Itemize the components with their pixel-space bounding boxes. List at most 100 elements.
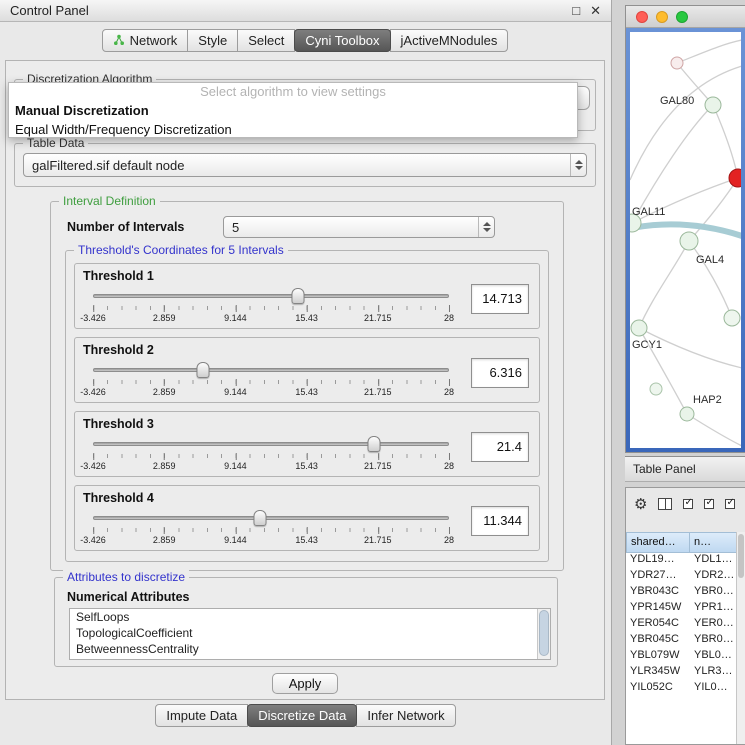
threshold-label: Threshold 2 [83,343,154,357]
group-title: Interval Definition [59,194,160,208]
tab-infer-network[interactable]: Infer Network [356,704,455,727]
threshold-3-panel: Threshold 3 -3.426 2.859 9.144 15.43 21.… [74,411,540,477]
network-selection-frame: GAL80 GAL11 GAL4 GCY1 HAP2 [626,28,745,452]
list-item[interactable]: BetweennessCentrality [70,641,550,657]
network-node-hap2[interactable] [680,407,694,421]
combobox-value: galFiltered.sif default node [24,158,570,173]
threshold-4-panel: Threshold 4 -3.426 2.859 9.144 15.43 21.… [74,485,540,551]
threshold-label: Threshold 1 [83,269,154,283]
threshold-4-value-field[interactable]: 11.344 [471,506,529,536]
number-of-intervals-label: Number of Intervals [67,220,184,234]
table-scrollbar[interactable] [736,532,745,744]
close-traffic-light-icon[interactable] [636,11,648,23]
threshold-label: Threshold 3 [83,417,154,431]
bottom-tab-bar: Impute Data Discretize Data Infer Networ… [0,704,612,727]
table-data-group: Table Data galFiltered.sif default node [14,143,596,187]
float-window-icon[interactable]: □ [572,3,580,19]
number-of-intervals-combobox[interactable]: 5 [223,216,495,238]
slider-thumb[interactable] [254,510,267,526]
network-node-gal4[interactable] [680,232,698,250]
combobox-spinner-icon [478,217,494,237]
table-row[interactable]: YLR345WYLR3… [626,665,745,681]
tab-style[interactable]: Style [187,29,238,52]
table-data-combobox[interactable]: galFiltered.sif default node [23,153,587,177]
list-item[interactable]: TopologicalCoefficient [70,625,550,641]
dropdown-option-equal-width[interactable]: Equal Width/Frequency Discretization [9,120,577,139]
tab-label: Style [198,33,227,48]
network-window-titlebar [626,6,745,28]
column-header-shared-name[interactable]: shared… [626,532,690,553]
minimize-traffic-light-icon[interactable] [656,11,668,23]
network-view-window: GAL80 GAL11 GAL4 GCY1 HAP2 [625,5,745,453]
table-row[interactable]: YBL079WYBL0… [626,649,745,665]
network-node-gcy1[interactable] [631,320,647,336]
zoom-traffic-light-icon[interactable] [676,11,688,23]
threshold-2-value-field[interactable]: 6.316 [471,358,529,388]
tab-label: Select [248,33,284,48]
slider-track [93,442,449,446]
table-row[interactable]: YPR145WYPR1… [626,601,745,617]
node-label: GAL80 [660,95,694,107]
network-graph: GAL80 GAL11 GAL4 GCY1 HAP2 [630,32,741,448]
tab-jactivemnodules[interactable]: jActiveMNodules [390,29,509,52]
select-function-checkbox-icon[interactable] [725,499,735,509]
gear-icon[interactable]: ⚙ [634,497,647,512]
tab-label: Cyni Toolbox [305,33,379,48]
list-scrollbar[interactable] [537,609,550,659]
tab-label: Impute Data [166,708,237,723]
list-item[interactable]: SelfLoops [70,609,550,625]
columns-icon[interactable] [658,498,672,510]
tab-cyni-toolbox[interactable]: Cyni Toolbox [294,29,390,52]
slider-track [93,294,449,298]
node-label: GAL4 [696,254,724,266]
table-row[interactable]: YER054CYER0… [626,617,745,633]
network-node-gal80[interactable] [705,97,721,113]
threshold-1-slider[interactable] [93,288,449,304]
table-row[interactable]: YBR045CYBR0… [626,633,745,649]
table-row[interactable]: YIL052CYIL0… [626,681,745,697]
slider-track [93,368,449,372]
threshold-label: Threshold 4 [83,491,154,505]
control-panel-titlebar: Control Panel □ ✕ [0,0,611,22]
top-tab-bar: Network Style Select Cyni Toolbox jActiv… [0,22,611,58]
slider-thumb[interactable] [292,288,305,304]
select-all-checkbox-icon[interactable] [683,499,693,509]
table-row[interactable]: YBR043CYBR0… [626,585,745,601]
slider-thumb[interactable] [368,436,381,452]
table-panel-header: Table Panel [625,456,745,482]
tab-network[interactable]: Network [102,29,189,52]
close-icon[interactable]: ✕ [590,3,601,19]
network-canvas[interactable]: GAL80 GAL11 GAL4 GCY1 HAP2 [630,32,741,448]
slider-tick-labels: -3.426 2.859 9.144 15.43 21.715 28 [93,532,449,546]
node-label: GAL11 [632,206,665,218]
network-node[interactable] [671,57,683,69]
tab-label: Network [130,33,178,48]
threshold-3-value-field[interactable]: 21.4 [471,432,529,462]
apply-button[interactable]: Apply [272,673,338,694]
numerical-attributes-list: SelfLoops TopologicalCoefficient Between… [69,608,551,660]
network-icon [113,34,125,46]
slider-thumb[interactable] [197,362,210,378]
slider-tick-labels: -3.426 2.859 9.144 15.43 21.715 28 [93,458,449,472]
algorithm-dropdown-popup: Select algorithm to view settings Manual… [8,82,578,138]
attributes-to-discretize-group: Attributes to discretize Numerical Attri… [54,577,558,667]
select-none-checkbox-icon[interactable] [704,499,714,509]
threshold-3-slider[interactable] [93,436,449,452]
window-title: Control Panel [10,3,89,18]
tab-select[interactable]: Select [237,29,295,52]
table-toolbar: ⚙ [626,488,745,520]
network-node[interactable] [650,383,662,395]
dropdown-option-manual-discretization[interactable]: Manual Discretization [9,101,577,120]
tab-label: jActiveMNodules [401,33,498,48]
node-label: HAP2 [693,394,722,406]
threshold-2-slider[interactable] [93,362,449,378]
network-node[interactable] [724,310,740,326]
table-row[interactable]: YDR27…YDR2… [626,569,745,585]
tab-discretize-data[interactable]: Discretize Data [247,704,357,727]
threshold-4-slider[interactable] [93,510,449,526]
tab-impute-data[interactable]: Impute Data [155,704,248,727]
tab-label: Infer Network [367,708,444,723]
table-row[interactable]: YDL19…YDL1… [626,553,745,569]
network-node-selected-red[interactable] [729,169,741,187]
threshold-1-value-field[interactable]: 14.713 [471,284,529,314]
